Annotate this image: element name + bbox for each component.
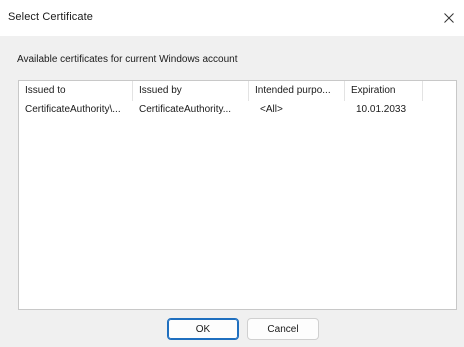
close-icon — [444, 13, 454, 23]
list-header: Issued to Issued by Intended purpo... Ex… — [19, 81, 456, 101]
table-row[interactable]: CertificateAuthority\... CertificateAuth… — [19, 101, 456, 119]
select-certificate-dialog: Select Certificate Available certificate… — [0, 0, 464, 347]
window-title: Select Certificate — [8, 11, 93, 23]
cell-intended-purpose: <All> — [260, 104, 283, 115]
title-bar: Select Certificate — [0, 0, 464, 36]
close-button[interactable] — [434, 0, 464, 36]
cancel-button[interactable]: Cancel — [247, 318, 319, 340]
description-label: Available certificates for current Windo… — [17, 54, 238, 65]
column-header-issued-by[interactable]: Issued by — [133, 81, 249, 101]
cell-issued-to: CertificateAuthority\... — [25, 104, 121, 115]
ok-button[interactable]: OK — [167, 318, 239, 340]
cell-issued-by: CertificateAuthority... — [139, 104, 232, 115]
certificate-list[interactable]: Issued to Issued by Intended purpo... Ex… — [18, 80, 457, 310]
column-header-issued-to[interactable]: Issued to — [19, 81, 133, 101]
cell-expiration: 10.01.2033 — [356, 104, 407, 115]
column-header-expiration[interactable]: Expiration — [345, 81, 423, 101]
column-header-intended-purpose[interactable]: Intended purpo... — [249, 81, 345, 101]
